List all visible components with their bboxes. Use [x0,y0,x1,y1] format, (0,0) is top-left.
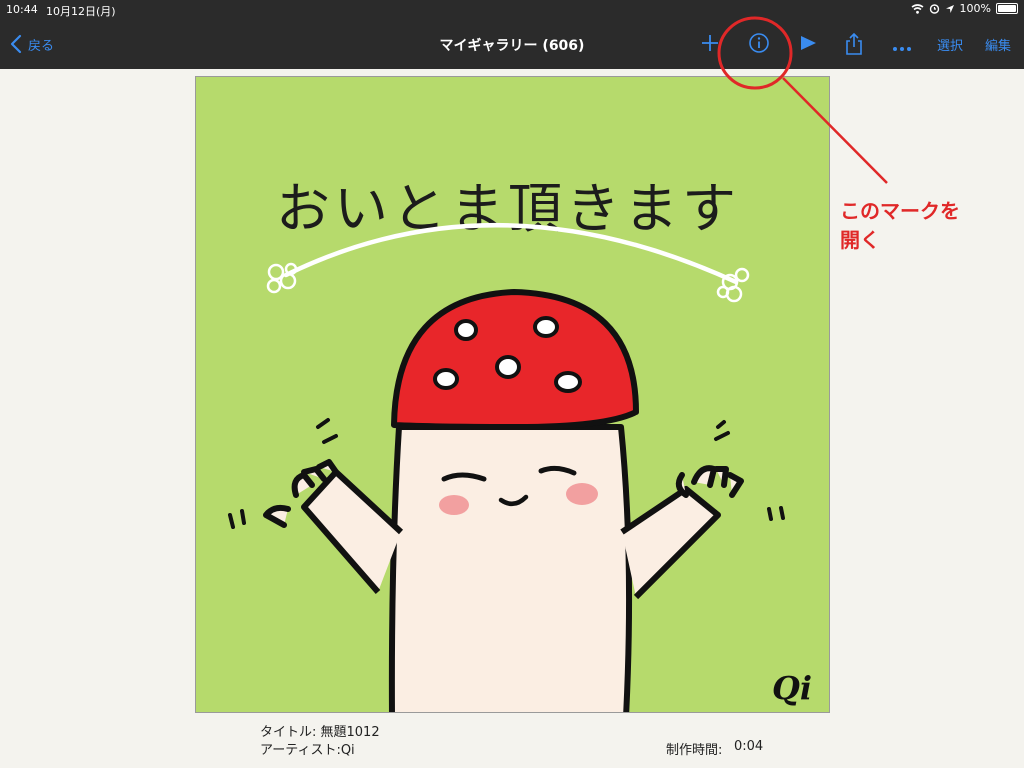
gallery-title: マイギャラリー (606) [439,38,585,54]
back-label: 戻る [28,38,55,54]
production-time-value: 0:04 [734,739,764,754]
info-icon [749,33,769,53]
share-icon [846,32,862,55]
status-date: 10月12日(月) [46,5,116,18]
plus-icon [702,35,718,51]
annotation-line-2: 開く [840,228,880,252]
edit-button[interactable]: 編集 [985,35,1011,54]
artwork-drawing: おいとま頂きます Qi [228,177,812,720]
more-icon [893,47,911,51]
info-button[interactable] [748,32,770,58]
artwork-artist: アーティスト:Qi [260,743,355,758]
navigation-bar: 戻る マイギャラリー (606) 選択 編集 [0,20,1024,69]
chevron-left-icon [10,34,22,54]
annotation-line-1: このマークを [840,199,960,223]
status-right: 100% [911,2,1018,15]
back-button[interactable]: 戻る [10,34,54,54]
mushroom-character [228,289,785,720]
status-time: 10:44 [6,3,38,16]
play-icon [801,36,816,50]
play-button[interactable] [798,32,818,58]
artwork-canvas[interactable]: おいとま頂きます Qi [195,76,830,720]
location-icon [945,4,954,13]
annotation-note: このマークを 開く [840,197,960,255]
more-button[interactable] [892,38,912,57]
wifi-icon [911,3,924,14]
production-time-label: 制作時間: [666,743,723,758]
artwork-caption: おいとま頂きます [276,177,740,240]
status-bar: 10:44 10月12日(月) 100% [0,0,1024,20]
share-button[interactable] [844,32,864,60]
battery-percent: 100% [959,2,991,15]
artist-signature: Qi [772,669,812,707]
battery-icon [996,3,1018,14]
select-button[interactable]: 選択 [937,35,963,54]
alarm-icon [929,4,939,14]
artwork-info: タイトル: 無題1012 アーティスト:Qi 制作時間: 0:04 [0,712,1024,768]
add-button[interactable] [700,32,720,58]
artwork-title: タイトル: 無題1012 [260,725,380,740]
